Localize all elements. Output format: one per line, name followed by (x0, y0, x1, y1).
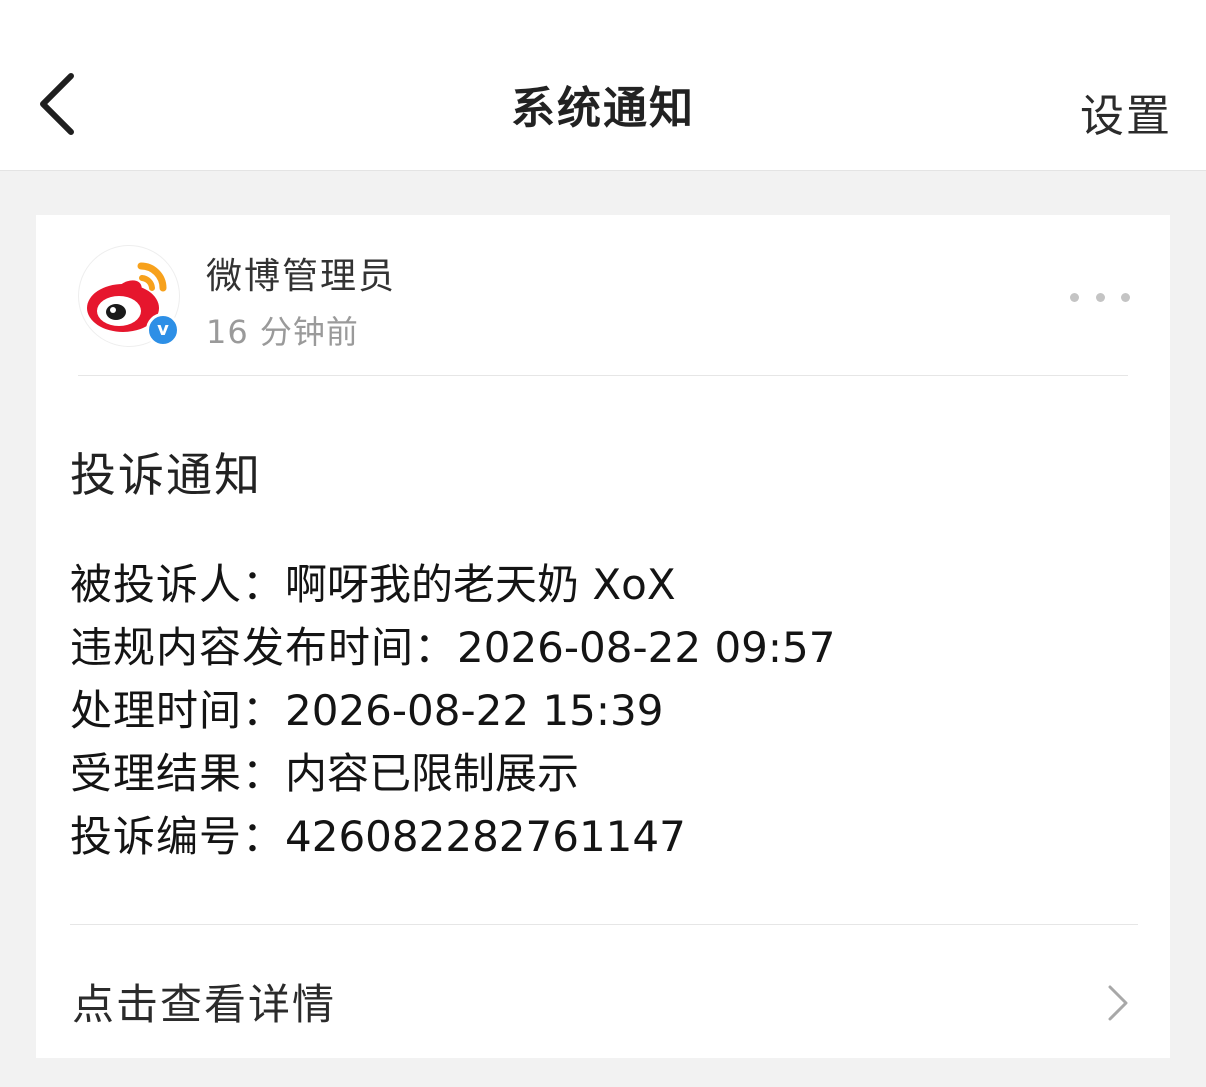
detail-row-respondent: 被投诉人：啊呀我的老天奶 XoX (70, 553, 1130, 616)
more-dots-icon (1095, 292, 1105, 302)
more-options-button[interactable] (1070, 277, 1130, 317)
nav-header: 系统通知 设置 (0, 0, 1206, 171)
view-details-label: 点击查看详情 (72, 980, 337, 1029)
more-dots-icon (1070, 292, 1079, 302)
page-title: 系统通知 (511, 83, 695, 134)
sender-time: 16 分钟前 (206, 313, 359, 351)
detail-value: 426082282761147 (285, 812, 686, 861)
sender-name[interactable]: 微博管理员 (206, 247, 396, 299)
more-dots-icon (1121, 292, 1130, 302)
detail-row-publish-time: 违规内容发布时间：2026-08-22 09:57 (70, 616, 1130, 679)
detail-label: 处理时间： (70, 686, 286, 735)
detail-value: 2026-08-22 09:57 (457, 623, 836, 672)
detail-row-result: 受理结果：内容已限制展示 (70, 742, 1130, 805)
notification-card: v 微博管理员 16 分钟前 投诉通知 被投诉人：啊呀我的老天奶 XoX 违规内… (36, 215, 1170, 1058)
verified-badge: v (146, 313, 180, 347)
back-button[interactable] (22, 66, 92, 142)
settings-button[interactable]: 设置 (1080, 80, 1172, 144)
view-details-link[interactable]: 点击查看详情 (36, 925, 1170, 1058)
notice-details: 被投诉人：啊呀我的老天奶 XoX 违规内容发布时间：2026-08-22 09:… (70, 553, 1130, 868)
detail-label: 受理结果： (70, 749, 286, 798)
detail-row-process-time: 处理时间：2026-08-22 15:39 (70, 679, 1130, 742)
detail-value: 2026-08-22 15:39 (285, 686, 664, 735)
detail-value: 内容已限制展示 (285, 749, 580, 798)
detail-label: 投诉编号： (70, 812, 286, 861)
detail-label: 违规内容发布时间： (70, 623, 458, 672)
detail-row-complaint-id: 投诉编号：426082282761147 (70, 805, 1130, 868)
chevron-left-icon (40, 73, 74, 135)
detail-label: 被投诉人： (70, 560, 286, 609)
detail-value: 啊呀我的老天奶 XoX (285, 560, 676, 609)
divider (78, 375, 1128, 376)
chevron-right-icon (1108, 985, 1128, 1021)
notice-title: 投诉通知 (70, 448, 262, 502)
